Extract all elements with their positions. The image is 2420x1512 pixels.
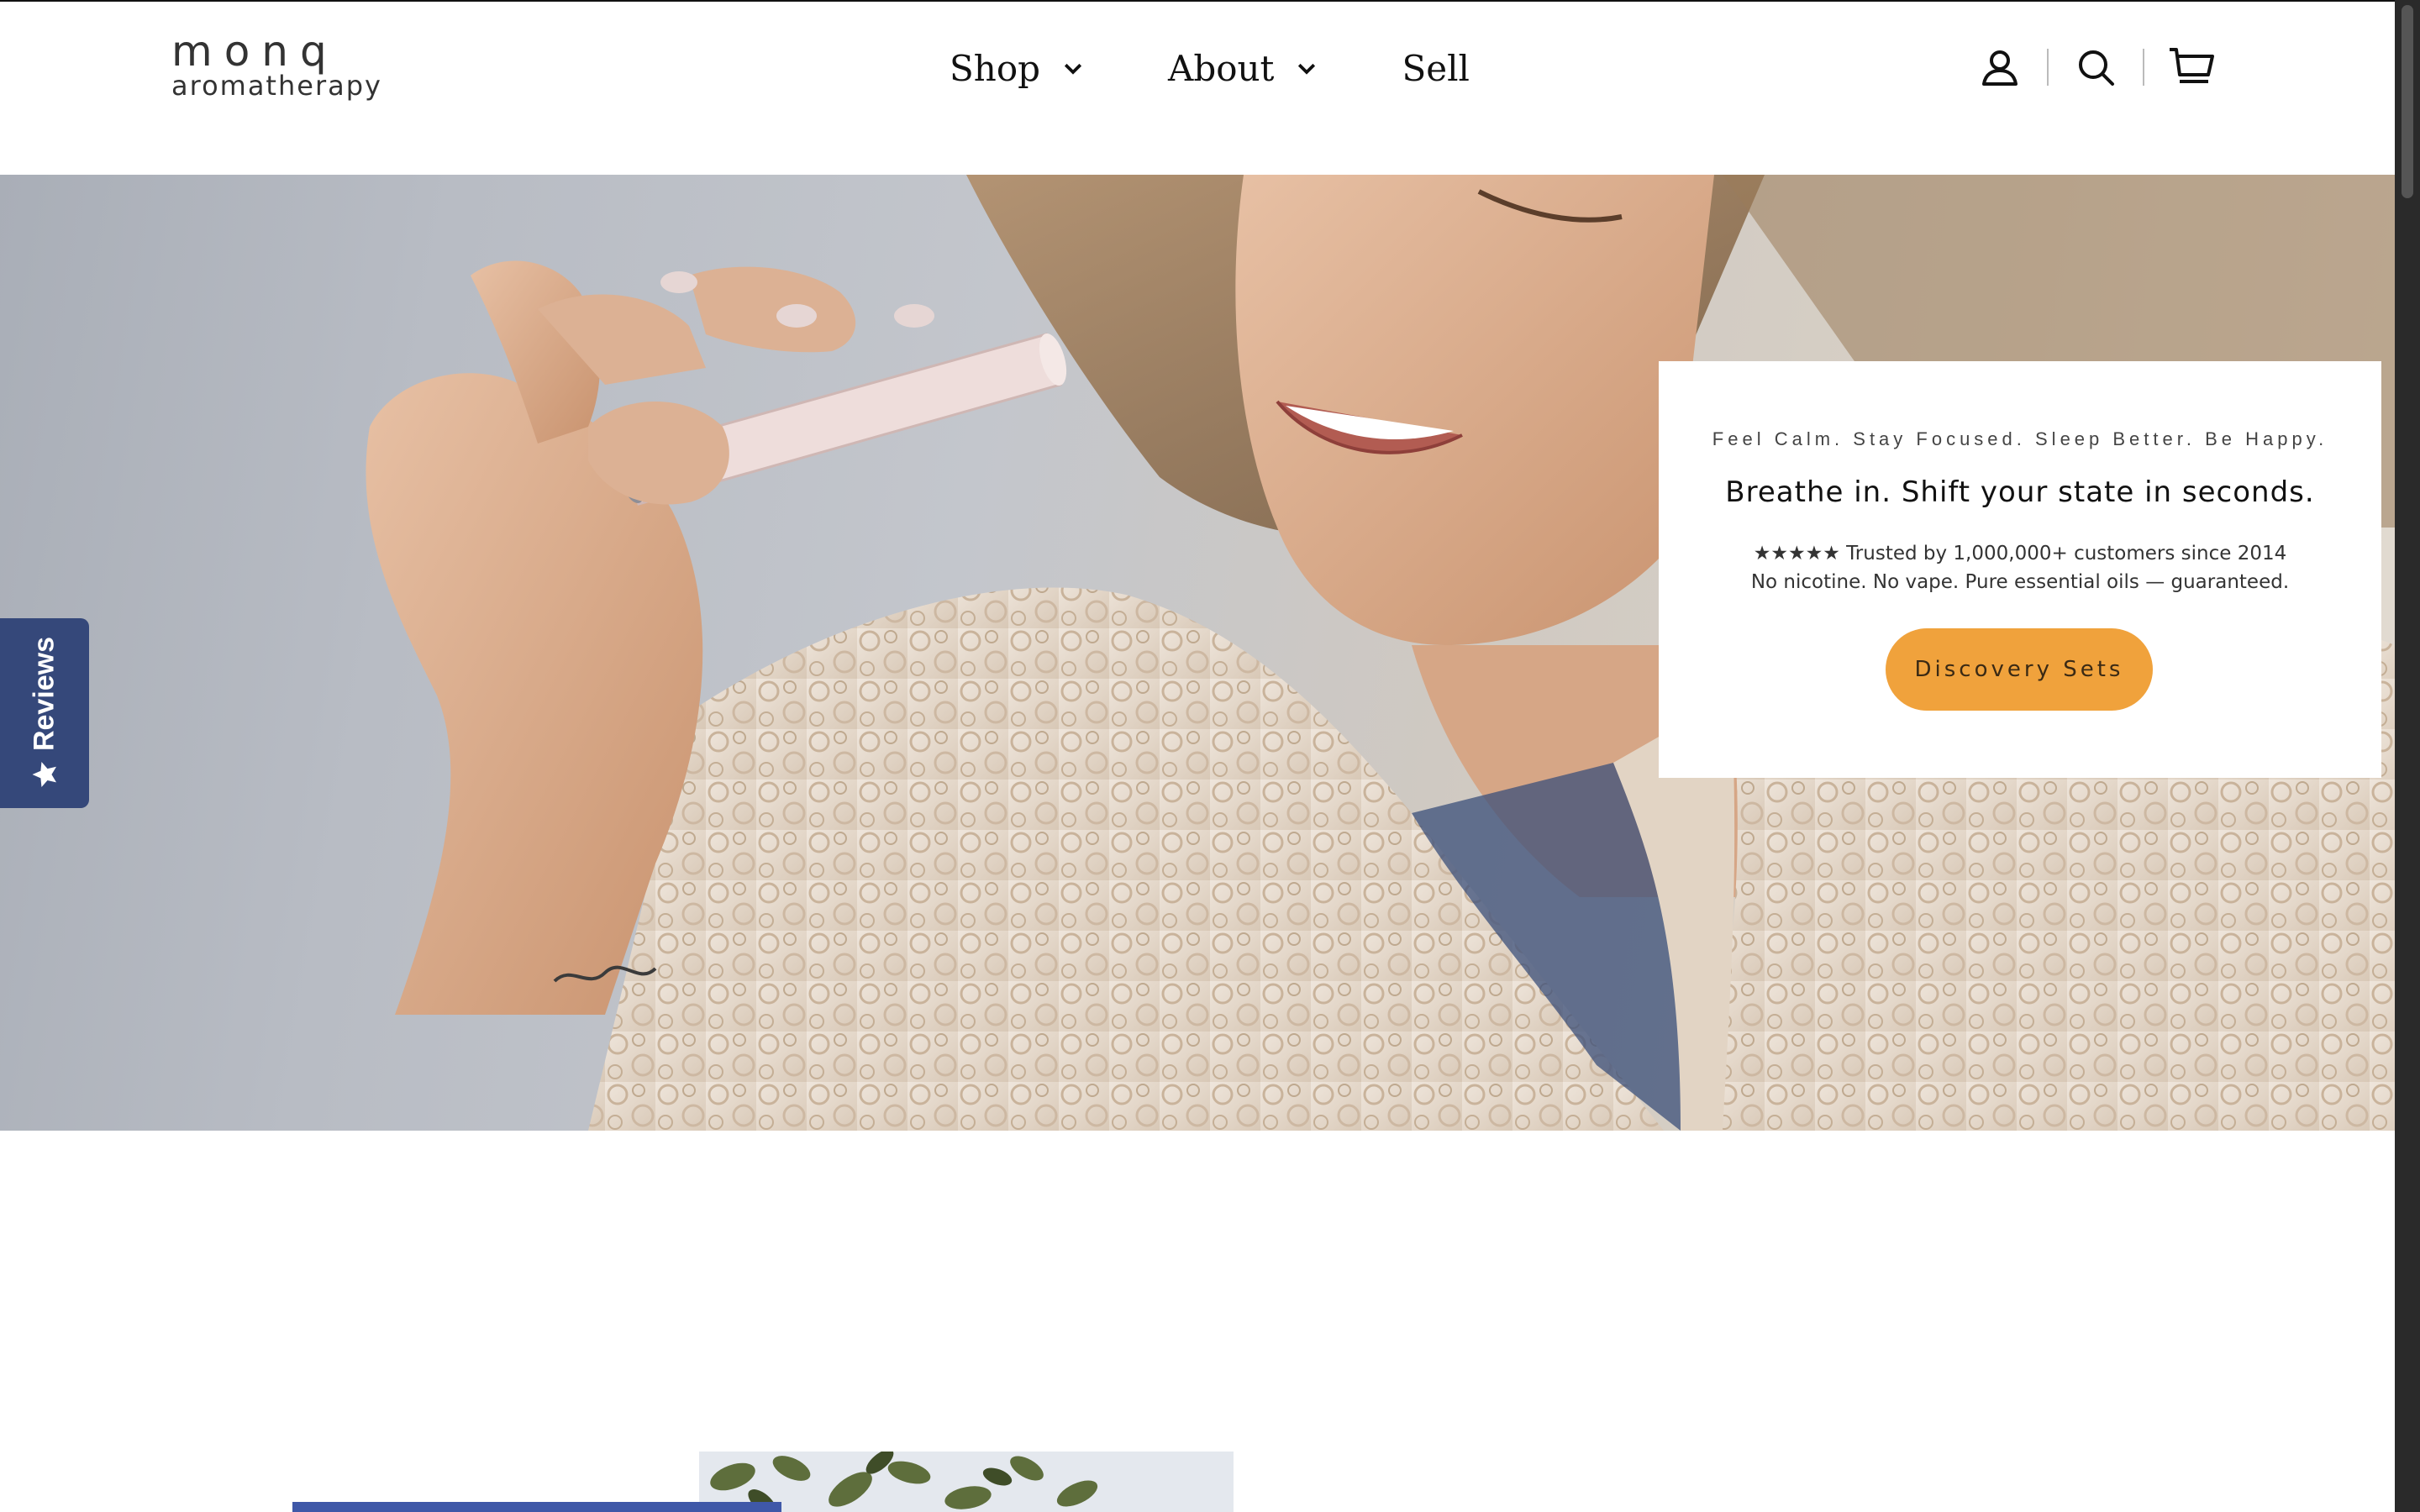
chevron-down-icon xyxy=(1064,63,1082,75)
search-button[interactable] xyxy=(2070,42,2121,92)
header-actions xyxy=(1975,37,2217,97)
nav-item-shop[interactable]: Shop xyxy=(950,48,1086,89)
nav-item-sell[interactable]: Sell xyxy=(1402,48,1470,89)
nav-item-label: Shop xyxy=(950,47,1040,89)
page-scrollbar[interactable] xyxy=(2395,0,2420,1512)
hero-trust-text: ★★★★★ Trusted by 1,000,000+ customers si… xyxy=(1659,539,2381,596)
divider xyxy=(2143,49,2144,86)
hero-banner: Feel Calm. Stay Focused. Sleep Better. B… xyxy=(0,175,2395,1131)
divider xyxy=(2047,49,2049,86)
account-button[interactable] xyxy=(1975,42,2025,92)
nav-item-label: About xyxy=(1168,47,1275,89)
chevron-down-icon xyxy=(1298,63,1316,75)
hero-title: Breathe in. Shift your state in seconds. xyxy=(1725,475,2315,509)
nav-item-label: Sell xyxy=(1402,47,1470,89)
search-icon xyxy=(2079,50,2114,86)
reviews-tab-content: Reviews xyxy=(29,637,61,790)
brand-logo[interactable]: monq aromatherapy xyxy=(171,27,382,106)
hero-promo-card: Feel Calm. Stay Focused. Sleep Better. B… xyxy=(1659,361,2381,778)
scrollbar-thumb[interactable] xyxy=(2402,5,2413,198)
cart-button[interactable] xyxy=(2166,42,2217,92)
main-nav: Shop About Sell xyxy=(950,40,1470,96)
guarantee-line: No nicotine. No vape. Pure essential oil… xyxy=(1750,571,2290,593)
site-header: monq aromatherapy Shop About Sell xyxy=(0,2,2395,175)
trust-line: ★★★★★ Trusted by 1,000,000+ customers si… xyxy=(1753,543,2287,564)
cart-icon xyxy=(2170,48,2214,83)
discovery-sets-button[interactable]: Discovery Sets xyxy=(1886,628,2153,711)
logo-subtitle: aromatherapy xyxy=(171,70,382,102)
promo-banner-strip xyxy=(292,1502,781,1512)
hero-tagline: Feel Calm. Stay Focused. Sleep Better. B… xyxy=(1712,428,2328,449)
nav-item-about[interactable]: About xyxy=(1168,48,1319,89)
logo-mark: monq xyxy=(171,27,339,76)
account-icon xyxy=(1982,50,2018,86)
star-icon xyxy=(32,762,56,788)
reviews-label: Reviews xyxy=(28,636,60,752)
reviews-tab[interactable]: Reviews xyxy=(0,618,89,808)
page: monq aromatherapy Shop About Sell Feel C… xyxy=(0,0,2395,1512)
